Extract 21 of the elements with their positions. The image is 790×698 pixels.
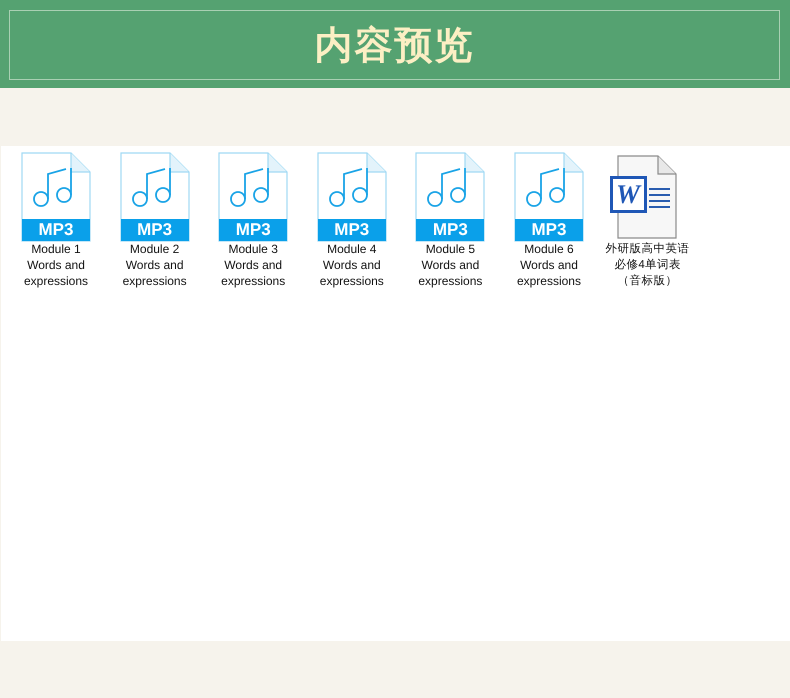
file-type-label: MP3	[234, 220, 272, 240]
file-name[interactable]: Module 4 Words and expressions	[314, 241, 390, 289]
music-file-icon[interactable]	[316, 152, 387, 242]
music-file-icon[interactable]	[218, 152, 288, 242]
music-file-icon[interactable]	[415, 152, 486, 242]
file-name[interactable]: Module 2 Words and expressions	[116, 241, 193, 289]
music-file-icon[interactable]	[21, 152, 91, 242]
file-type-label: MP3	[333, 220, 370, 240]
word-logo-letter: W	[615, 179, 642, 210]
file-name[interactable]: Module 3 Words and expressions	[215, 241, 292, 289]
music-file-icon[interactable]	[514, 152, 584, 242]
file-type-label: MP3	[530, 220, 568, 240]
file-name[interactable]: Module 1 Words and expressions	[18, 241, 94, 289]
file-type-label: MP3	[136, 220, 174, 240]
music-file-icon[interactable]	[120, 152, 190, 242]
page-title: 内容预览	[314, 24, 474, 68]
file-name[interactable]: 外研版高中英语必修4单词表（音标版）	[604, 241, 691, 289]
file-type-label: MP3	[432, 220, 469, 240]
file-type-label: MP3	[38, 220, 74, 240]
file-name[interactable]: Module 5 Words and expressions	[412, 241, 488, 289]
file-name[interactable]: Module 6 Words and expressions	[510, 241, 587, 289]
